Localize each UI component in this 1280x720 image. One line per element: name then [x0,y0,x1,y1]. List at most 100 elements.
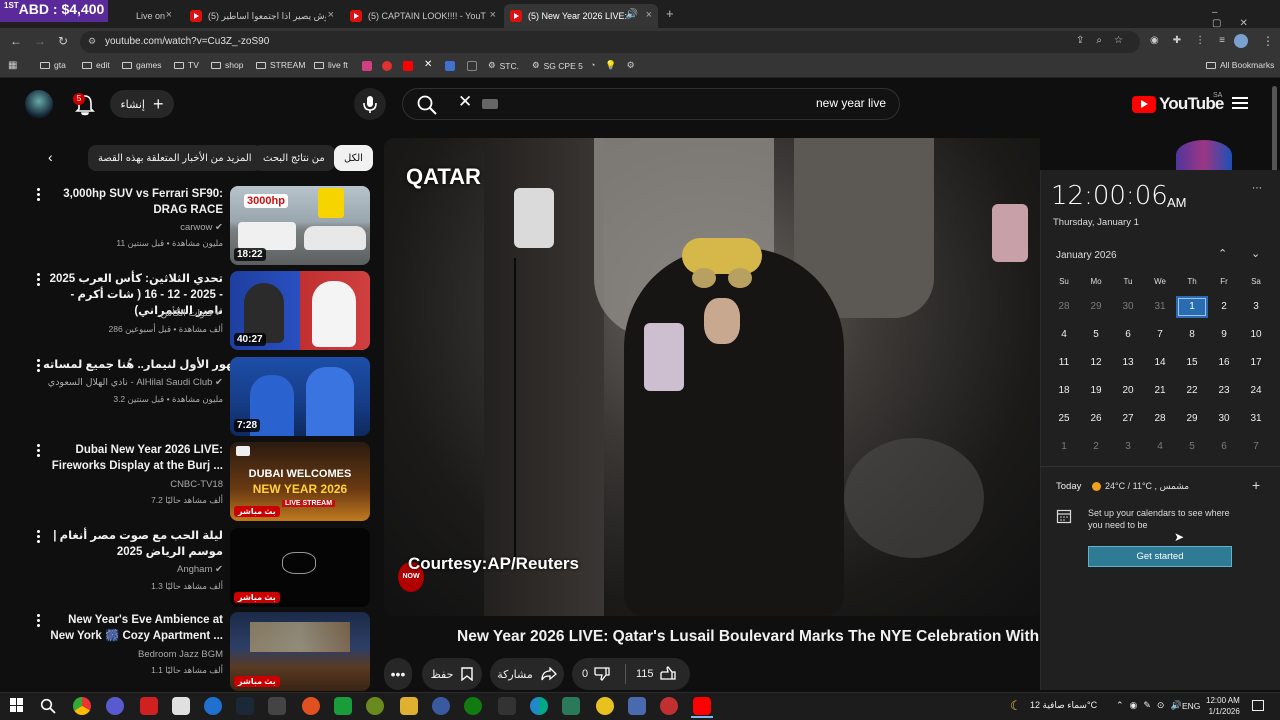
bookmark-icon[interactable] [445,61,455,71]
app-icon[interactable] [366,697,384,715]
close-icon[interactable]: × [646,9,652,21]
language-indicator[interactable]: ENG [1182,701,1200,711]
get-started-button[interactable]: Get started [1088,546,1232,567]
app-icon[interactable] [432,697,450,715]
tab-captain[interactable]: (5) CAPTAIN LOOK!!!! - YouTub × [344,4,502,28]
app-icon[interactable] [596,697,614,715]
bookmark-shop[interactable]: shop [211,60,243,70]
calendar-day[interactable]: 11 [1048,352,1080,374]
search-query-text[interactable]: new year live [816,96,886,110]
calendar-day[interactable]: 10 [1240,324,1272,346]
calendar-day[interactable]: 9 [1208,324,1240,346]
video-thumbnail[interactable]: بث مباشر [230,528,370,607]
chip-all[interactable]: الكل [334,145,373,171]
calendar-day[interactable]: 25 [1048,408,1080,430]
close-icon[interactable]: × [328,9,334,21]
calendar-day[interactable]: 29 [1176,408,1208,430]
notifications-icon[interactable] [1252,700,1264,711]
calendar-month[interactable]: January 2026 [1056,250,1117,261]
chip-more-news[interactable]: المزيد من الأخبار المتعلقة بهذه القصة [88,145,262,171]
taskbar-clock[interactable]: 12:00 AM 1/1/2026 [1206,695,1240,717]
app-icon[interactable] [204,697,222,715]
list-item[interactable]: Dubai New Year 2026 LIVE: Fireworks Disp… [30,442,370,522]
bookmark-icon[interactable] [362,61,372,71]
calendar-day[interactable]: 5 [1080,324,1112,346]
calendar-day[interactable]: 7 [1240,436,1272,458]
video-thumbnail[interactable]: DUBAI WELCOMES NEW YEAR 2026 LIVE STREAM… [230,442,370,521]
search-icon[interactable] [416,94,438,116]
forward-icon[interactable]: → [34,34,46,48]
bookmark-icon[interactable] [467,61,477,71]
chevron-left-icon[interactable]: ‹ [48,149,53,165]
close-icon[interactable]: × [166,9,172,21]
calendar-day[interactable]: 14 [1144,352,1176,374]
list-item[interactable]: New Year's Eve Ambience at New York 🎆 Co… [30,612,370,692]
list-item[interactable]: 3,000hp SUV vs Ferrari SF90: DRAG RACE c… [30,186,370,266]
more-options-icon[interactable] [37,273,41,287]
video-thumbnail[interactable]: بث مباشر [230,612,370,691]
list-item[interactable]: ليلة الحب مع صوت مصر أنغام | موسم الرياض… [30,528,370,608]
more-options-icon[interactable] [37,444,41,458]
bookmark-tv[interactable]: TV [174,60,199,70]
start-button[interactable] [10,698,24,712]
calendar-day[interactable]: 7 [1144,324,1176,346]
calendar-day[interactable]: 5 [1176,436,1208,458]
channel-name[interactable]: نادي الهلال السعودي - AlHilal Saudi Club… [48,377,223,388]
video-title[interactable]: New Year's Eve Ambience at New York 🎆 Co… [43,612,223,644]
search-icon[interactable] [40,698,56,714]
channel-name[interactable]: carwow ✔ [180,222,223,233]
calendar-day[interactable]: 26 [1080,408,1112,430]
calendar-day[interactable]: 1 [1048,436,1080,458]
video-thumbnail[interactable]: 7:28 [230,357,370,436]
calendar-day[interactable]: 27 [1112,408,1144,430]
back-icon[interactable]: ← [10,34,22,48]
more-options-icon[interactable] [37,188,41,202]
calendar-day[interactable]: 31 [1144,296,1176,318]
bookmark-icons-misc[interactable]: ◔💡⚙ [590,60,645,71]
more-options-icon[interactable] [37,530,41,544]
calendar-day[interactable]: 31 [1240,408,1272,430]
youtube-taskbar-icon[interactable] [693,697,711,715]
channel-name[interactable]: CNBC-TV18 [170,479,223,490]
account-avatar[interactable] [25,90,53,118]
all-bookmarks[interactable]: All Bookmarks [1206,60,1274,70]
video-thumbnail[interactable]: 40:27 [230,271,370,350]
steam-icon[interactable] [236,697,254,715]
site-info-icon[interactable]: ⚙ [88,36,96,47]
calendar-day[interactable]: 6 [1208,436,1240,458]
more-options-icon[interactable] [37,359,41,373]
app-icon[interactable] [334,697,352,715]
calendar-day[interactable]: 2 [1208,296,1240,318]
calendar-day[interactable]: 30 [1208,408,1240,430]
chrome-icon[interactable] [73,697,91,715]
bookmark-edit[interactable]: edit [82,60,110,70]
video-title[interactable]: 3,000hp SUV vs Ferrari SF90: DRAG RACE [43,186,223,218]
channel-name[interactable]: Bedroom Jazz BGM [138,649,223,660]
bookmark-games[interactable]: games [122,60,162,70]
app-icon[interactable] [562,697,580,715]
create-button[interactable]: إنشاء + [110,90,174,118]
x-bookmark-icon[interactable]: ✕ [424,59,432,70]
more-options-icon[interactable]: ⋯ [1252,183,1262,194]
chevron-down-icon[interactable]: ⌄ [1251,247,1260,260]
edge-icon[interactable] [530,697,548,715]
voice-search-button[interactable] [354,88,386,120]
calendar-day[interactable]: 4 [1048,324,1080,346]
bookmark-sg-cpe[interactable]: ⚙ SG CPE 5 [532,60,583,71]
hamburger-menu-icon[interactable] [1232,97,1248,109]
app-icon[interactable] [106,697,124,715]
app-icon[interactable] [302,697,320,715]
video-title[interactable]: الظهور الأول لنيمار.. هُنا جميع لمساته 💙 [43,357,271,373]
chevron-up-icon[interactable]: ⌃ [1218,247,1227,260]
youtube-logo[interactable]: YouTube [1132,94,1224,114]
bookmark-stream[interactable]: STREAM [256,60,305,70]
channel-name[interactable]: Angham ✔ [177,564,223,575]
tab-arabic[interactable]: (5) وش يصير اذا اجتمعوا اساطير × [184,4,340,28]
video-title[interactable]: ليلة الحب مع صوت مصر أنغام | موسم الرياض… [43,528,223,560]
calendar-day[interactable]: 4 [1144,436,1176,458]
extension-icons[interactable]: ◉✚⋮≡ [1150,35,1239,46]
share-button[interactable]: مشاركة [490,658,564,690]
list-item[interactable]: الظهور الأول لنيمار.. هُنا جميع لمساته 💙… [30,357,370,437]
save-button[interactable]: حفظ [422,658,482,690]
file-explorer-icon[interactable] [400,697,418,715]
